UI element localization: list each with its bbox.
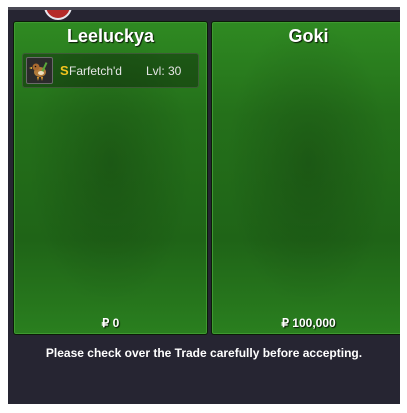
- pokemon-name: Farfetch'd: [69, 64, 122, 78]
- farfetchd-sprite-icon: [26, 57, 53, 84]
- trade-offer-panel-right: Goki ₽ 100,000: [211, 21, 400, 335]
- trade-window: Leeluckya S Farfetch'd Lvl: 30 ₽ 0 Goki …: [8, 7, 400, 404]
- pokedollar-icon: ₽: [281, 316, 289, 330]
- trainer-name-right: Goki: [288, 26, 329, 46]
- trainer-name-left: Leeluckya: [66, 26, 155, 46]
- trade-offer-panel-left: Leeluckya S Farfetch'd Lvl: 30 ₽ 0: [13, 21, 208, 335]
- trade-item-row[interactable]: S Farfetch'd Lvl: 30: [22, 53, 199, 88]
- money-amount-left: 0: [112, 316, 120, 330]
- pokedollar-icon: ₽: [101, 316, 110, 330]
- shiny-indicator: S: [60, 63, 69, 78]
- money-offer-left: ₽ 0: [14, 316, 207, 330]
- money-offer-right: ₽ 100,000: [212, 316, 400, 330]
- pokemon-level: Lvl: 30: [146, 64, 182, 78]
- money-amount-right: 100,000: [292, 316, 336, 330]
- pokeball-icon: [44, 10, 74, 20]
- trade-notice: Please check over the Trade carefully be…: [45, 346, 363, 360]
